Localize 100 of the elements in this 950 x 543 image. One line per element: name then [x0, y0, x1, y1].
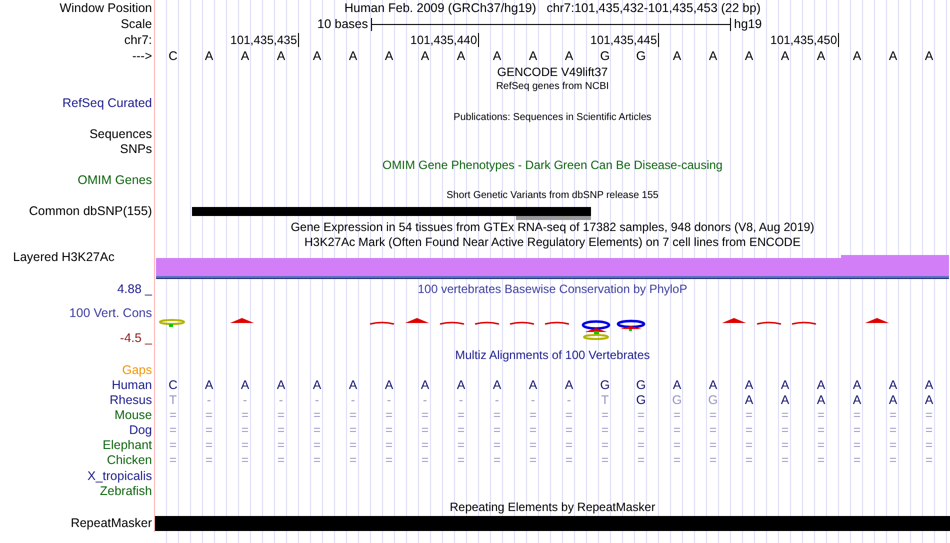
base-letter: G [708, 394, 718, 407]
ruler-tick: 101,435,450 [695, 33, 839, 47]
ruler-tick: 101,435,445 [515, 33, 659, 47]
base-letter: = [277, 409, 285, 422]
ruler-tick: 101,435,440 [335, 33, 479, 47]
base-letter: = [349, 454, 357, 467]
base-letter: = [313, 409, 321, 422]
base-letter: = [457, 424, 465, 437]
base-letter: G [636, 379, 646, 392]
base-letter: = [637, 424, 645, 437]
base-letter: = [673, 454, 681, 467]
base-letter: = [709, 424, 717, 437]
base-letter: G [600, 50, 610, 62]
base-letter: = [673, 409, 681, 422]
track-label: Mouse [114, 409, 152, 422]
base-letter: = [637, 409, 645, 422]
base-letter: A [852, 394, 862, 407]
base-letter: = [889, 454, 897, 467]
base-letter: = [853, 439, 861, 452]
base-letter: T [169, 394, 177, 407]
base-letter: = [925, 409, 933, 422]
track-label: Common dbSNP(155) [29, 205, 152, 218]
base-letter: = [421, 424, 429, 437]
base-letter: A [204, 379, 214, 392]
base-letter: A [276, 50, 286, 62]
base-letter: = [889, 424, 897, 437]
track-title: Gene Expression in 54 tissues from GTEx RNA-seq of 17382 samples, 948 donors (V8, Aug 2019) [290, 220, 814, 233]
base-letter: = [637, 454, 645, 467]
base-letter: = [493, 439, 501, 452]
base-letter: T [601, 394, 609, 407]
base-letter: - [386, 394, 392, 407]
base-letter: = [853, 424, 861, 437]
scale-text: 10 bases [316, 18, 369, 30]
base-letter: A [852, 379, 862, 392]
base-letter: = [673, 439, 681, 452]
base-letter: A [240, 50, 250, 62]
base-letter: = [313, 424, 321, 437]
base-letter: A [456, 50, 466, 62]
track-label: RepeatMasker [70, 516, 152, 530]
base-letter: A [348, 50, 358, 62]
base-letter: C [168, 50, 178, 62]
base-letter: A [780, 394, 790, 407]
base-letter: A [816, 379, 826, 392]
track-label: 100 Vert. Cons [69, 307, 152, 320]
base-letter: = [745, 424, 753, 437]
base-letter: A [708, 379, 718, 392]
base-letter: = [241, 454, 249, 467]
base-letter: A [492, 379, 502, 392]
base-letter: = [601, 439, 609, 452]
base-letter: = [925, 454, 933, 467]
base-letter: = [745, 409, 753, 422]
base-letter: A [456, 379, 466, 392]
track-title: Publications: Sequences in Scientific Articles [454, 113, 652, 124]
base-letter: = [169, 424, 177, 437]
base-letter: A [780, 50, 790, 62]
base-letter: = [241, 409, 249, 422]
base-letter: - [566, 394, 572, 407]
base-letter: A [744, 50, 754, 62]
base-letter: = [313, 439, 321, 452]
base-letter: = [637, 439, 645, 452]
base-letter: = [349, 424, 357, 437]
base-letter: = [601, 454, 609, 467]
track-label: Gaps [122, 364, 152, 376]
track-label: Rhesus [110, 394, 152, 407]
base-letter: - [458, 394, 464, 407]
base-letter: = [817, 424, 825, 437]
base-letter: = [529, 424, 537, 437]
base-letter: = [565, 454, 573, 467]
base-letter: A [348, 379, 358, 392]
base-letter: = [745, 439, 753, 452]
axis-max-label: 4.88 _ [117, 283, 152, 296]
base-letter: A [564, 379, 574, 392]
base-letter: A [780, 379, 790, 392]
base-letter: = [169, 409, 177, 422]
base-letter: = [169, 439, 177, 452]
base-letter: A [528, 50, 538, 62]
base-letter: - [530, 394, 536, 407]
base-letter: - [350, 394, 356, 407]
base-letter: = [529, 409, 537, 422]
base-letter: A [744, 394, 754, 407]
base-letter: = [277, 439, 285, 452]
base-letter: A [708, 50, 718, 62]
base-letter: = [781, 409, 789, 422]
base-letter: = [493, 454, 501, 467]
track-title: H3K27Ac Mark (Often Found Near Active Regulatory Elements) on 7 cell lines from ENCODE [304, 236, 801, 248]
base-letter: = [421, 454, 429, 467]
base-letter: = [529, 439, 537, 452]
track-label: X_tropicalis [87, 470, 152, 482]
base-letter: A [888, 394, 898, 407]
track-label: Scale [120, 18, 152, 30]
base-letter: = [925, 439, 933, 452]
base-letter: = [205, 454, 213, 467]
base-letter: A [276, 379, 286, 392]
axis-min-label: -4.5 _ [120, 332, 152, 344]
track-title: Multiz Alignments of 100 Vertebrates [455, 348, 650, 361]
base-letter: = [457, 439, 465, 452]
base-letter: = [889, 439, 897, 452]
track-label: Human [112, 379, 152, 392]
track-label: RefSeq Curated [62, 96, 152, 109]
base-letter: = [493, 424, 501, 437]
